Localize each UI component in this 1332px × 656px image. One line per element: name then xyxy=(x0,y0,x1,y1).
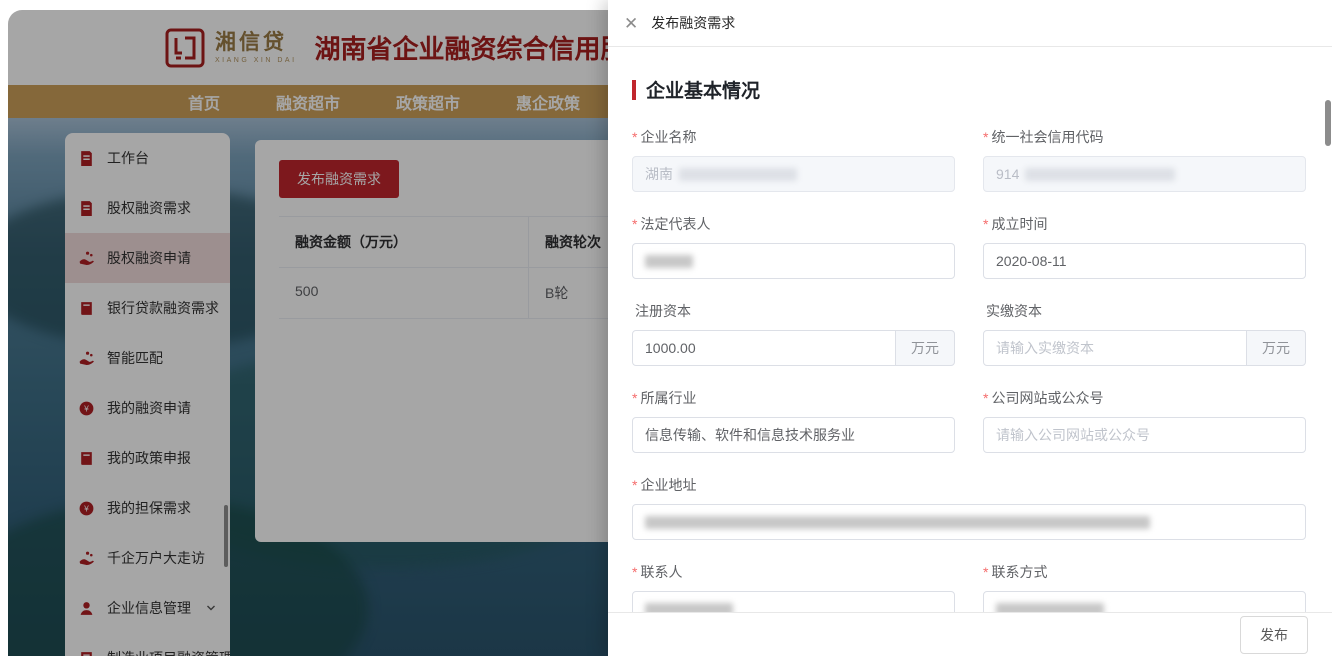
field-credit-code: *统一社会信用代码 914 xyxy=(983,127,1306,192)
redacted-text xyxy=(679,168,797,181)
establish-date-input[interactable] xyxy=(983,243,1306,279)
field-label: 注册资本 xyxy=(635,303,691,319)
drawer-title: 发布融资需求 xyxy=(651,13,735,33)
field-paidin-capital: 实缴资本 万元 xyxy=(983,301,1306,366)
redacted-text xyxy=(645,255,693,268)
section-accent-bar xyxy=(632,80,636,100)
field-label: 法定代表人 xyxy=(640,216,710,232)
unit-suffix: 万元 xyxy=(1246,330,1306,366)
section-header: 企业基本情况 xyxy=(632,76,1307,103)
field-label: 公司网站或公众号 xyxy=(991,390,1103,406)
industry-input[interactable] xyxy=(632,417,955,453)
credit-code-input: 914 xyxy=(983,156,1306,192)
field-label: 所属行业 xyxy=(640,390,696,406)
redacted-text xyxy=(1025,168,1175,181)
field-legal-representative: *法定代表人 xyxy=(632,214,955,279)
drawer-footer: 发布 xyxy=(608,612,1332,656)
field-label: 企业名称 xyxy=(640,129,696,145)
field-company-address: *企业地址 xyxy=(632,475,1306,540)
drawer-body: 企业基本情况 *企业名称 湖南 *统一社会信用代码 914 *法定代表人 xyxy=(608,48,1332,656)
field-website: *公司网站或公众号 xyxy=(983,388,1306,453)
field-label: 联系方式 xyxy=(991,564,1047,580)
redacted-text xyxy=(645,516,1150,529)
unit-suffix: 万元 xyxy=(895,330,955,366)
website-input[interactable] xyxy=(983,417,1306,453)
close-icon[interactable]: ✕ xyxy=(624,15,638,32)
field-label: 实缴资本 xyxy=(986,303,1042,319)
registered-capital-input[interactable] xyxy=(632,330,896,366)
publish-financing-drawer: ✕ 发布融资需求 企业基本情况 *企业名称 湖南 *统一社会信用代码 914 xyxy=(608,0,1332,656)
company-address-input[interactable] xyxy=(632,504,1306,540)
legal-representative-input[interactable] xyxy=(632,243,955,279)
section-title: 企业基本情况 xyxy=(646,76,760,103)
drawer-header: ✕ 发布融资需求 xyxy=(608,0,1332,47)
field-label: 企业地址 xyxy=(640,477,696,493)
field-industry: *所属行业 xyxy=(632,388,955,453)
field-label: 统一社会信用代码 xyxy=(991,129,1103,145)
field-label: 联系人 xyxy=(640,564,682,580)
field-establish-date: *成立时间 xyxy=(983,214,1306,279)
drawer-scrollbar-thumb[interactable] xyxy=(1325,100,1331,146)
company-name-input: 湖南 xyxy=(632,156,955,192)
field-label: 成立时间 xyxy=(991,216,1047,232)
publish-button[interactable]: 发布 xyxy=(1240,616,1308,654)
enterprise-basic-form: *企业名称 湖南 *统一社会信用代码 914 *法定代表人 xyxy=(632,127,1307,649)
field-company-name: *企业名称 湖南 xyxy=(632,127,955,192)
field-registered-capital: 注册资本 万元 xyxy=(632,301,955,366)
paidin-capital-input[interactable] xyxy=(983,330,1247,366)
